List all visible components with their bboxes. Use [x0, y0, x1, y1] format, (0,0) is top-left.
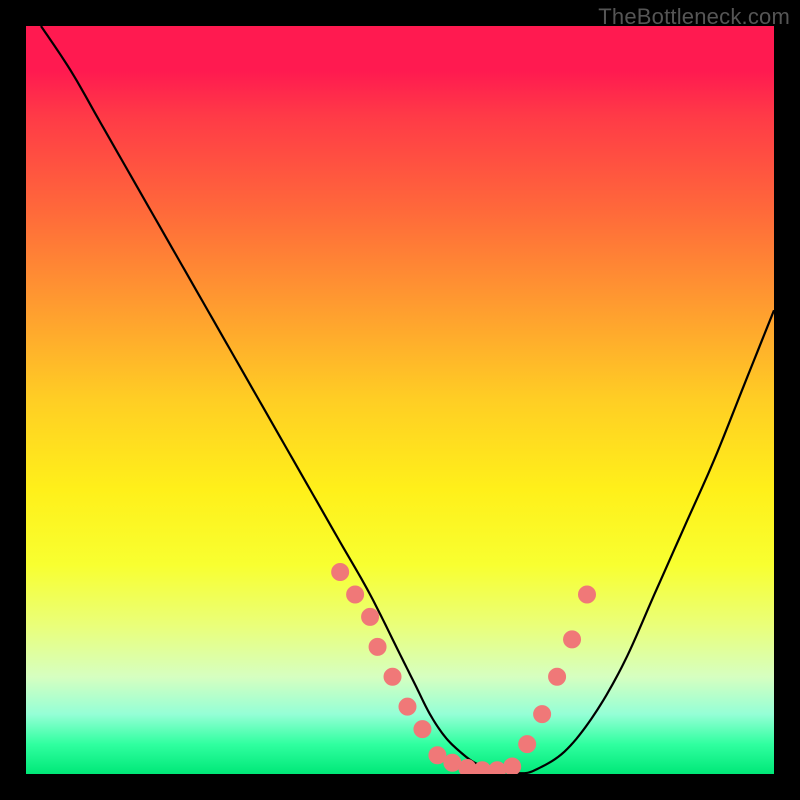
marker-dot	[444, 754, 461, 771]
marker-dot	[429, 747, 446, 764]
chart-frame: TheBottleneck.com	[0, 0, 800, 800]
marker-dot	[399, 698, 416, 715]
marker-dot	[474, 762, 491, 774]
dots-layer	[26, 26, 774, 774]
marker-dot	[549, 668, 566, 685]
marker-dot	[414, 721, 431, 738]
marker-dot	[504, 758, 521, 774]
marker-dot	[459, 760, 476, 774]
marker-dot	[384, 668, 401, 685]
plot-area	[26, 26, 774, 774]
marker-dot	[489, 762, 506, 774]
marker-dot	[579, 586, 596, 603]
marker-dot	[564, 631, 581, 648]
marker-dot	[519, 736, 536, 753]
marker-dot	[362, 608, 379, 625]
marker-dot	[369, 638, 386, 655]
marker-dot	[332, 564, 349, 581]
marker-dot	[534, 706, 551, 723]
marker-dot	[347, 586, 364, 603]
marker-dots	[332, 564, 596, 774]
